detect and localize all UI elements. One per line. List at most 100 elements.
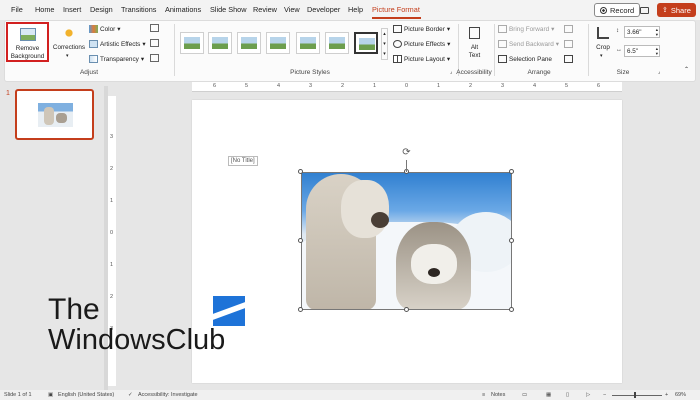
picture-layout-button[interactable]: Picture Layout ▾	[393, 55, 450, 63]
group-objects-icon[interactable]	[564, 40, 573, 48]
resize-handle[interactable]	[298, 238, 303, 243]
sun-icon	[63, 27, 75, 39]
color-button[interactable]: Color ▾	[89, 25, 121, 33]
styles-gallery-scroll[interactable]: ▴ ▾ ▾	[381, 28, 388, 60]
reading-view-icon[interactable]: ▯	[566, 392, 569, 398]
tab-file[interactable]: File	[11, 5, 23, 14]
send-backward-button[interactable]: Send Backward ▾	[498, 40, 559, 48]
tab-developer[interactable]: Developer	[307, 5, 340, 14]
rotate-icon[interactable]	[564, 55, 573, 63]
tab-home[interactable]: Home	[35, 5, 54, 14]
ruler-number: 4	[533, 83, 537, 89]
picture-style-thumbnail[interactable]	[208, 32, 232, 54]
share-button[interactable]: ⇪ Share	[657, 3, 696, 17]
tab-slide-show[interactable]: Slide Show	[210, 5, 247, 14]
share-label: Share	[670, 5, 691, 15]
accessibility-status[interactable]: Accessibility: Investigate	[138, 392, 198, 398]
remove-background-label-line1: Remove	[15, 45, 40, 52]
ruler-number: 5	[245, 83, 249, 89]
accessibility-group-label: Accessibility	[456, 69, 492, 76]
picture-effects-icon	[393, 40, 402, 48]
bring-forward-button[interactable]: Bring Forward ▾	[498, 25, 554, 33]
ruler-number: 3	[501, 83, 505, 89]
align-icon[interactable]	[564, 25, 573, 33]
record-button[interactable]: Record	[594, 3, 641, 17]
zoom-slider[interactable]	[612, 395, 662, 396]
picture-effects-button[interactable]: Picture Effects ▾	[393, 40, 450, 48]
notes-icon[interactable]: ≡	[482, 392, 485, 398]
picture-style-thumbnail[interactable]	[237, 32, 261, 54]
tab-view[interactable]: View	[284, 5, 300, 14]
normal-view-icon[interactable]: ▭	[522, 392, 527, 398]
width-icon: ↔	[616, 47, 622, 53]
resize-handle[interactable]	[298, 307, 303, 312]
selection-pane-icon	[498, 55, 507, 63]
tab-picture-format[interactable]: Picture Format	[372, 5, 420, 14]
spelling-icon[interactable]: ▣	[48, 392, 53, 398]
resize-handle[interactable]	[298, 169, 303, 174]
zoom-out-icon[interactable]: −	[603, 392, 606, 398]
slide-sorter-icon[interactable]: ▦	[546, 392, 551, 398]
picture-style-thumbnail[interactable]	[296, 32, 320, 54]
language-status[interactable]: English (United States)	[58, 392, 114, 398]
chevron-down-icon: ▾	[140, 56, 145, 63]
dialog-launcher-icon[interactable]: ⌟	[450, 69, 452, 75]
picture-style-thumbnail[interactable]	[266, 32, 290, 54]
picture-style-thumbnail[interactable]	[325, 32, 349, 54]
width-field[interactable]: 6.5" ▴ ▾	[624, 45, 660, 57]
height-field[interactable]: 3.66" ▴ ▾	[624, 26, 660, 38]
accessibility-icon[interactable]: ✓	[128, 392, 133, 398]
artistic-effects-button[interactable]: Artistic Effects ▾	[89, 40, 146, 48]
selection-pane-button[interactable]: Selection Pane	[498, 55, 552, 63]
comments-icon[interactable]	[639, 3, 649, 17]
rotate-handle-icon[interactable]: ⟳	[401, 147, 412, 158]
zoom-slider-thumb[interactable]	[634, 392, 636, 398]
picture-border-button[interactable]: Picture Border ▾	[393, 25, 450, 33]
spinner-icon[interactable]: ▴ ▾	[656, 46, 658, 56]
resize-handle[interactable]	[509, 307, 514, 312]
picture-style-thumbnail[interactable]	[354, 32, 378, 54]
spinner-icon[interactable]: ▴ ▾	[656, 27, 658, 37]
horizontal-ruler: 6 5 4 3 2 1 0 1 2 3 4 5 6	[192, 82, 622, 92]
alt-text-label-line2: Text	[468, 52, 481, 59]
chevron-down-icon: ▾	[446, 56, 451, 63]
dialog-launcher-icon[interactable]: ⌟	[658, 69, 660, 75]
bring-forward-label: Bring Forward	[509, 25, 550, 33]
corrections-button[interactable]: Corrections ▾	[52, 24, 86, 64]
rotation-stem	[406, 160, 407, 172]
resize-handle[interactable]	[404, 307, 409, 312]
alt-text-button[interactable]: Alt Text	[462, 24, 487, 64]
ruler-number: 1	[110, 198, 114, 204]
reset-picture-icon[interactable]	[150, 54, 159, 62]
watermark-logo	[213, 296, 245, 326]
tab-insert[interactable]: Insert	[63, 5, 81, 14]
title-placeholder[interactable]: [No Title]	[228, 156, 258, 166]
zoom-level[interactable]: 69%	[675, 392, 686, 398]
tab-animations[interactable]: Animations	[165, 5, 201, 14]
notes-button[interactable]: Notes	[491, 392, 505, 398]
crop-button[interactable]: Crop ▾	[593, 24, 613, 64]
tab-review[interactable]: Review	[253, 5, 277, 14]
picture-style-thumbnail[interactable]	[180, 32, 204, 54]
resize-handle[interactable]	[509, 238, 514, 243]
tab-transitions[interactable]: Transitions	[121, 5, 156, 14]
change-picture-icon[interactable]	[150, 39, 159, 47]
selection-pane-label: Selection Pane	[509, 55, 552, 63]
chevron-down-icon: ▾	[142, 41, 146, 48]
resize-handle[interactable]	[509, 169, 514, 174]
artistic-effects-label: Artistic Effects	[100, 40, 141, 48]
arrange-group-label: Arrange	[527, 69, 551, 76]
tab-help[interactable]: Help	[348, 5, 363, 14]
remove-background-button[interactable]: Remove Background	[6, 22, 49, 62]
alt-text-icon	[469, 27, 480, 39]
zoom-in-icon[interactable]: +	[665, 392, 668, 398]
tab-design[interactable]: Design	[90, 5, 113, 14]
slide-show-icon[interactable]: ▷	[586, 392, 590, 398]
alt-text-label-line1: Alt	[470, 44, 479, 51]
slide-thumbnail[interactable]	[15, 89, 94, 140]
transparency-button[interactable]: Transparency ▾	[89, 55, 144, 63]
collapse-ribbon-icon[interactable]: ⌃	[684, 66, 689, 73]
ruler-number: 2	[469, 83, 473, 89]
compress-pictures-icon[interactable]	[150, 24, 159, 32]
picture-border-label: Picture Border	[404, 25, 445, 33]
